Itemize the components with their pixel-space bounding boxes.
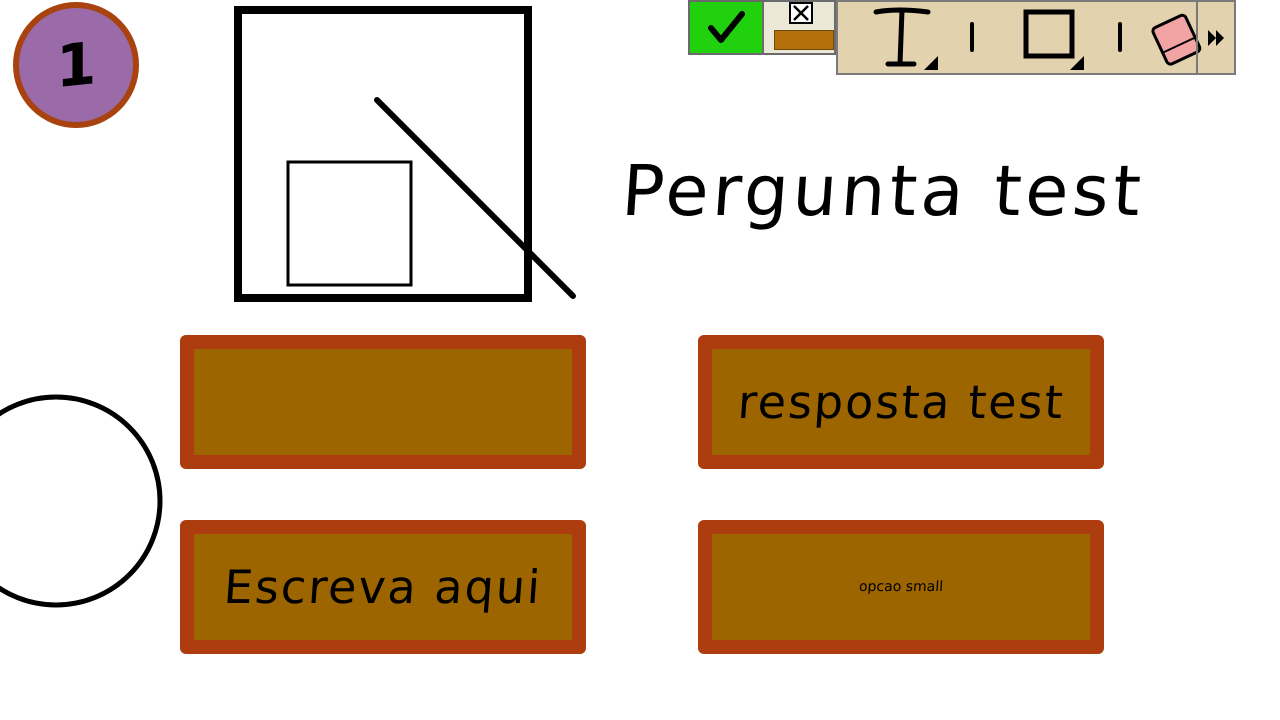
question-number-badge: 1	[13, 2, 139, 128]
answer-option-3[interactable]: Escreva aqui	[180, 520, 586, 654]
checkmark-icon	[708, 10, 745, 43]
close-box-icon	[789, 2, 813, 24]
question-title[interactable]: Pergunta test	[619, 150, 1147, 232]
answer-option-3-text: Escreva aqui	[222, 560, 544, 614]
answer-option-2-text: resposta test	[735, 375, 1067, 429]
color-swatch[interactable]	[774, 30, 834, 50]
cancel-button[interactable]	[764, 0, 836, 55]
drawn-circle[interactable]	[0, 394, 163, 608]
text-tool-icon[interactable]	[868, 4, 948, 72]
question-number: 1	[55, 28, 97, 102]
drawn-small-square[interactable]	[286, 160, 413, 287]
answer-option-2[interactable]: resposta test	[698, 335, 1104, 469]
confirm-button[interactable]	[688, 0, 764, 55]
answer-option-1[interactable]	[180, 335, 586, 469]
more-tools-button[interactable]	[1196, 2, 1234, 73]
drawing-toolbar	[688, 0, 1236, 75]
rectangle-tool-icon[interactable]	[1020, 6, 1090, 72]
tool-separator	[1118, 22, 1122, 52]
tools-panel	[836, 0, 1236, 75]
tool-separator	[970, 22, 974, 52]
answer-option-4-text: opcao small	[858, 579, 944, 595]
answer-option-4[interactable]: opcao small	[698, 520, 1104, 654]
double-chevron-right-icon	[1208, 29, 1224, 46]
